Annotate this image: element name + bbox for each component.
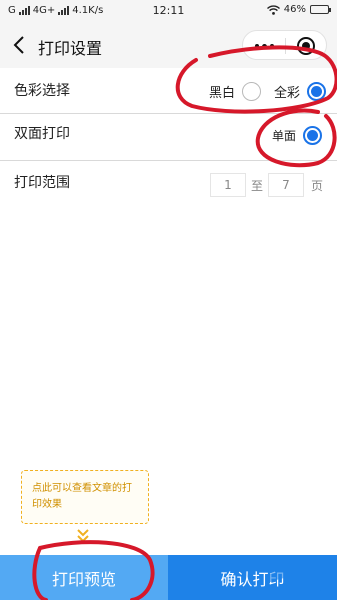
print-range-row: 打印范围 1 至 7 页 (0, 161, 337, 207)
range-to-input[interactable]: 7 (268, 173, 304, 197)
status-right: 46% (266, 4, 331, 15)
more-icon[interactable] (253, 40, 275, 52)
option-full-color-label: 全彩 (274, 85, 301, 101)
status-bar: G 4G+ 4.1K/s 12:11 46% (0, 0, 337, 22)
print-range-label: 打印范围 (14, 175, 70, 191)
option-black-white-label: 黑白 (209, 85, 236, 101)
capsule-divider (285, 38, 286, 54)
range-from-input[interactable]: 1 (210, 173, 246, 197)
option-black-white[interactable]: 黑白 (209, 68, 262, 114)
option-single-side[interactable]: 单面 (272, 112, 323, 158)
full-color-radio[interactable] (307, 81, 327, 101)
range-unit-label: 页 (311, 179, 324, 193)
wifi-icon (266, 4, 280, 15)
battery-icon (310, 5, 331, 14)
color-selection-row: 色彩选择 黑白 全彩 (0, 68, 337, 114)
page-title: 打印设置 (38, 39, 103, 58)
single-side-radio[interactable] (303, 125, 323, 145)
option-full-color[interactable]: 全彩 (274, 68, 327, 114)
duplex-row: 双面打印 单面 (0, 114, 337, 160)
color-selection-label: 色彩选择 (14, 83, 70, 99)
confirm-print-button[interactable]: 确认打印 (168, 555, 337, 600)
back-arrow-icon[interactable] (10, 34, 30, 56)
battery-percent: 46% (283, 4, 306, 15)
range-to-label: 至 (251, 179, 264, 193)
duplex-label: 双面打印 (14, 126, 70, 142)
close-icon[interactable] (297, 37, 315, 55)
black-white-radio[interactable] (242, 81, 262, 101)
option-single-side-label: 单面 (272, 128, 297, 143)
mini-program-capsule (242, 30, 327, 60)
print-preview-button[interactable]: 打印预览 (0, 555, 168, 600)
nav-bar: 打印设置 (0, 22, 337, 68)
preview-tooltip: 点此可以查看文章的打印效果 (21, 470, 149, 524)
double-chevron-down-icon (77, 529, 89, 543)
